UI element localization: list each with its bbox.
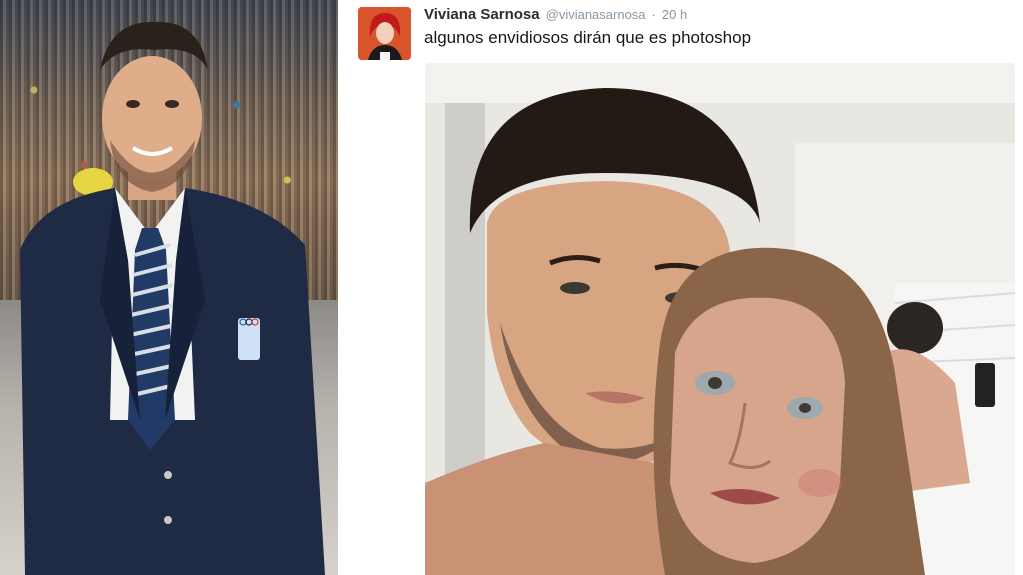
selfie-photo — [425, 63, 1015, 575]
olympic-rings-icon — [238, 318, 260, 360]
user-handle[interactable]: @vivianasarnosa — [546, 7, 646, 22]
avatar-cartoon-redhead-icon — [358, 7, 411, 60]
separator-dot: · — [651, 7, 656, 22]
athlete-figure — [20, 21, 325, 575]
tweet-header: Viviana Sarnosa @vivianasarnosa · 20 h — [424, 6, 687, 26]
timestamp[interactable]: 20 h — [662, 7, 687, 22]
left-photo — [0, 0, 338, 575]
avatar[interactable] — [358, 7, 411, 60]
tweet-media-photo[interactable] — [425, 63, 1015, 575]
tweet-text: algunos envidiosos dirán que es photosho… — [424, 28, 752, 47]
tweet-card: Viviana Sarnosa @vivianasarnosa · 20 h a… — [338, 0, 1023, 575]
display-name[interactable]: Viviana Sarnosa — [424, 6, 540, 23]
